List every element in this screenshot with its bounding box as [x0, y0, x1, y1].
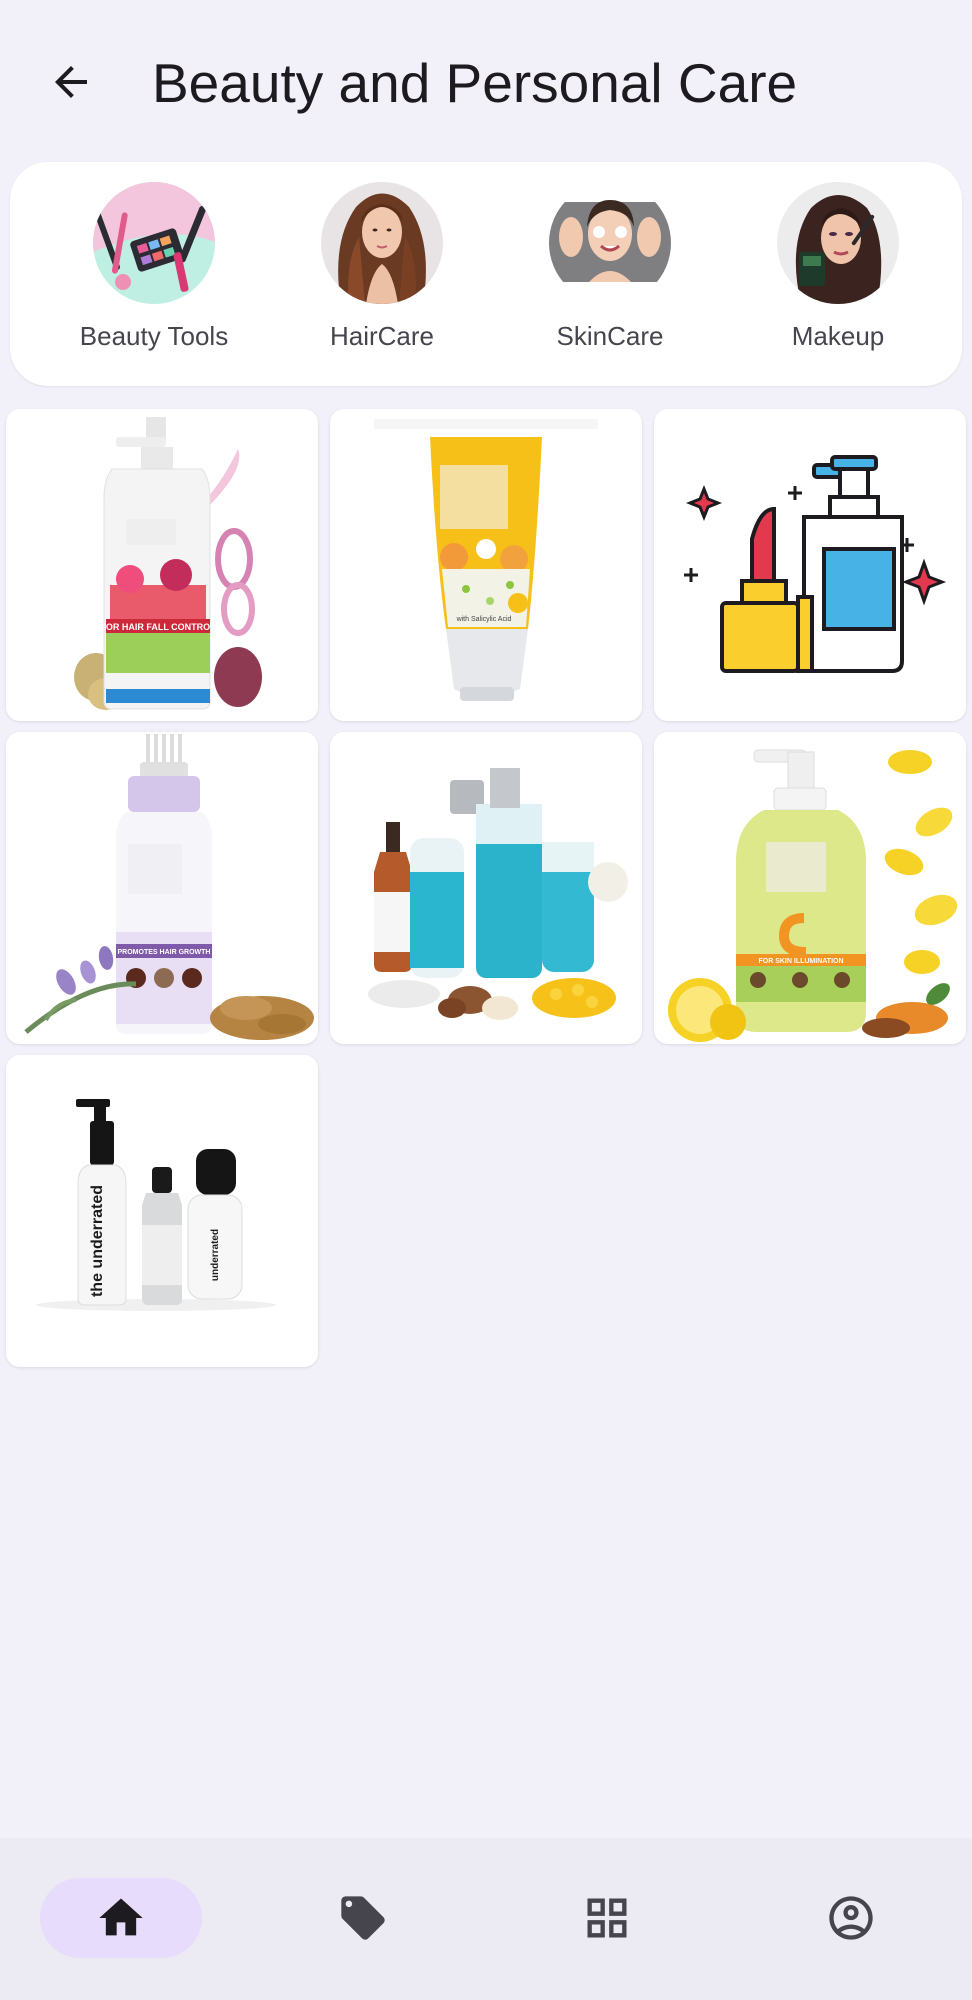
product-image-skincare-set: [330, 732, 642, 1044]
category-label: Makeup: [791, 321, 885, 351]
category-skincare[interactable]: SkinCare: [510, 182, 710, 372]
category-makeup[interactable]: Makeup: [738, 182, 938, 372]
product-label-text: FOR SKIN ILLUMINATION: [758, 958, 843, 965]
category-beauty-tools[interactable]: Beauty Tools: [54, 182, 254, 372]
product-image-underrated-set: the underrated underrated: [6, 1055, 318, 1367]
page-title: Beauty and Personal Care: [152, 52, 798, 114]
category-image-beauty-tools: [93, 182, 215, 304]
product-image-vitamin-c-wash: FOR SKIN ILLUMINATION: [654, 732, 966, 1044]
svg-text:underrated: underrated: [210, 1229, 221, 1281]
product-label-text: the underrated: [89, 1185, 106, 1297]
product-tile[interactable]: the underrated underrated: [6, 1055, 318, 1367]
category-image-haircare: [321, 182, 443, 304]
nav-offers[interactable]: [282, 1878, 444, 1958]
product-image-shampoo: FOR HAIR FALL CONTROL: [6, 409, 318, 721]
product-tile[interactable]: FOR SKIN ILLUMINATION: [654, 732, 966, 1044]
product-image-cosmetics-icon: [654, 409, 966, 721]
back-button[interactable]: [40, 51, 102, 113]
arrow-back-icon: [55, 66, 87, 98]
bottom-navigation: [0, 1838, 972, 2000]
product-tile[interactable]: [330, 732, 642, 1044]
home-icon: [99, 1898, 143, 1936]
product-tile[interactable]: PROMOTES HAIR GROWTH: [6, 732, 318, 1044]
top-app-bar: Beauty and Personal Care: [0, 0, 972, 162]
nav-categories[interactable]: [526, 1878, 688, 1958]
category-label: SkinCare: [556, 321, 664, 351]
tag-icon: [341, 1896, 385, 1940]
product-image-face-wash-tube: with Salicylic Acid: [330, 409, 642, 721]
product-label-text: with Salicylic Acid: [456, 616, 512, 623]
product-label-text: FOR HAIR FALL CONTROL: [100, 622, 216, 632]
category-label: HairCare: [329, 321, 435, 351]
product-image-hair-oil: PROMOTES HAIR GROWTH: [6, 732, 318, 1044]
category-label: Beauty Tools: [79, 321, 229, 351]
grid-icon: [587, 1898, 627, 1938]
account-circle-icon: [829, 1896, 873, 1940]
product-tile[interactable]: [654, 409, 966, 721]
category-image-makeup: [777, 182, 899, 304]
product-tile[interactable]: FOR HAIR FALL CONTROL: [6, 409, 318, 721]
category-image-skincare: [549, 182, 671, 304]
product-tile[interactable]: with Salicylic Acid: [330, 409, 642, 721]
category-haircare[interactable]: HairCare: [282, 182, 482, 372]
nav-account[interactable]: [770, 1878, 932, 1958]
category-strip: Beauty Tools HairCare SkinCare Makeup: [10, 162, 962, 386]
nav-home[interactable]: [40, 1878, 202, 1958]
product-label-text: PROMOTES HAIR GROWTH: [118, 949, 211, 956]
